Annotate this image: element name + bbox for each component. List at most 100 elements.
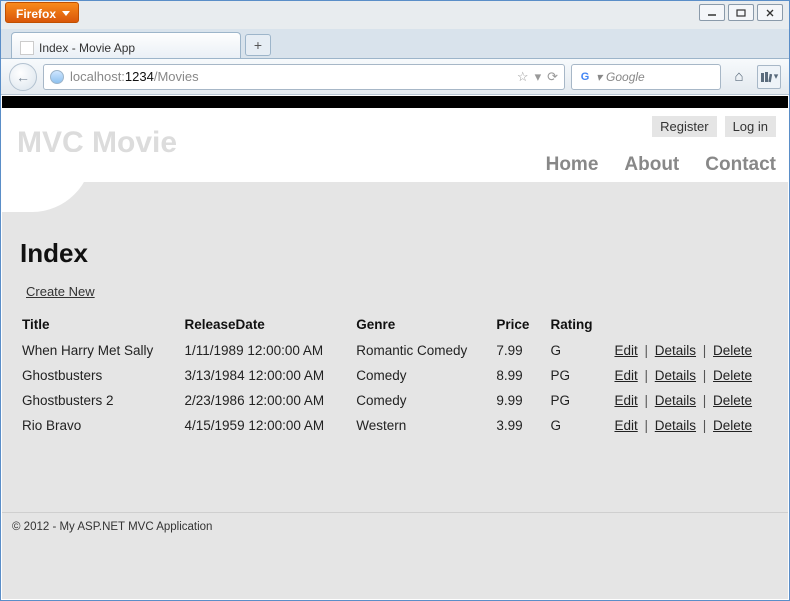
new-tab-button[interactable]: + <box>245 34 271 56</box>
cell-rating: G <box>542 338 606 363</box>
chevron-down-icon: ▾ <box>774 71 779 82</box>
search-placeholder: Google <box>606 70 645 84</box>
cell-actions: Edit | Details | Delete <box>606 338 776 363</box>
cell-title: Ghostbusters <box>14 363 177 388</box>
cell-rating: PG <box>542 363 606 388</box>
back-button[interactable]: ← <box>9 63 37 91</box>
account-links: Register Log in <box>652 116 776 137</box>
table-row: Ghostbusters3/13/1984 12:00:00 AMComedy8… <box>14 363 776 388</box>
register-link[interactable]: Register <box>652 116 716 137</box>
minimize-button[interactable] <box>699 4 725 21</box>
url-bar[interactable]: localhost:1234/Movies ☆ ▾ ⟳ <box>43 64 565 90</box>
cell-price: 7.99 <box>488 338 542 363</box>
cell-actions: Edit | Details | Delete <box>606 363 776 388</box>
cell-rating: G <box>542 413 606 438</box>
cell-title: Rio Bravo <box>14 413 177 438</box>
bookmarks-button[interactable]: ▾ <box>757 65 781 89</box>
home-button[interactable]: ⌂ <box>727 65 751 89</box>
search-bar[interactable]: G ▾ Google <box>571 64 721 90</box>
plus-icon: + <box>254 37 262 53</box>
details-link[interactable]: Details <box>655 368 696 383</box>
url-host: 1234 <box>125 69 154 84</box>
edit-link[interactable]: Edit <box>614 368 637 383</box>
cell-rating: PG <box>542 388 606 413</box>
cell-title: Ghostbusters 2 <box>14 388 177 413</box>
nav-about[interactable]: About <box>624 154 679 176</box>
edit-link[interactable]: Edit <box>614 393 637 408</box>
delete-link[interactable]: Delete <box>713 343 752 358</box>
table-row: When Harry Met Sally1/11/1989 12:00:00 A… <box>14 338 776 363</box>
separator: | <box>638 343 655 358</box>
chevron-down-icon <box>62 11 70 16</box>
url-host-dim: localhost: <box>70 69 125 84</box>
browser-window: Firefox Index - Movie App + ← localhost:… <box>0 0 790 601</box>
delete-link[interactable]: Delete <box>713 393 752 408</box>
edit-link[interactable]: Edit <box>614 343 637 358</box>
cell-genre: Western <box>348 413 488 438</box>
details-link[interactable]: Details <box>655 343 696 358</box>
cell-price: 9.99 <box>488 388 542 413</box>
dropdown-icon[interactable]: ▾ <box>535 69 542 85</box>
close-button[interactable] <box>757 4 783 21</box>
col-genre: Genre <box>348 313 488 338</box>
create-new-link[interactable]: Create New <box>26 284 95 299</box>
bookmarks-icon <box>760 71 772 83</box>
login-link[interactable]: Log in <box>725 116 776 137</box>
separator: | <box>696 343 713 358</box>
separator: | <box>696 418 713 433</box>
separator: | <box>638 368 655 383</box>
tab-title: Index - Movie App <box>39 41 135 55</box>
nav-contact[interactable]: Contact <box>705 154 776 176</box>
cell-release: 1/11/1989 12:00:00 AM <box>177 338 349 363</box>
favicon-icon <box>20 41 34 55</box>
movies-table: Title ReleaseDate Genre Price Rating Whe… <box>14 313 776 438</box>
details-link[interactable]: Details <box>655 418 696 433</box>
col-rating: Rating <box>542 313 606 338</box>
edit-link[interactable]: Edit <box>614 418 637 433</box>
cell-genre: Romantic Comedy <box>348 338 488 363</box>
star-icon[interactable]: ☆ <box>517 69 529 85</box>
main-nav: Home About Contact <box>546 154 776 176</box>
separator: | <box>696 368 713 383</box>
col-price: Price <box>488 313 542 338</box>
delete-link[interactable]: Delete <box>713 368 752 383</box>
site-header: MVC Movie Register Log in Home About Con… <box>2 108 788 182</box>
separator: | <box>638 418 655 433</box>
browser-tab[interactable]: Index - Movie App <box>11 32 241 58</box>
tab-strip: Index - Movie App + <box>1 29 789 59</box>
table-row: Ghostbusters 22/23/1986 12:00:00 AMComed… <box>14 388 776 413</box>
col-title: Title <box>14 313 177 338</box>
table-row: Rio Bravo4/15/1959 12:00:00 AMWestern3.9… <box>14 413 776 438</box>
firefox-menu-label: Firefox <box>16 7 56 21</box>
cell-title: When Harry Met Sally <box>14 338 177 363</box>
delete-link[interactable]: Delete <box>713 418 752 433</box>
cell-genre: Comedy <box>348 363 488 388</box>
window-controls <box>699 4 783 21</box>
nav-home[interactable]: Home <box>546 154 599 176</box>
page-body: Index Create New Title ReleaseDate Genre… <box>2 182 788 512</box>
col-release: ReleaseDate <box>177 313 349 338</box>
separator: | <box>638 393 655 408</box>
globe-icon <box>50 70 64 84</box>
cell-genre: Comedy <box>348 388 488 413</box>
home-icon: ⌂ <box>734 68 743 85</box>
page-heading: Index <box>20 238 776 269</box>
cell-release: 3/13/1984 12:00:00 AM <box>177 363 349 388</box>
page-viewport: MVC Movie Register Log in Home About Con… <box>2 96 788 599</box>
cell-release: 2/23/1986 12:00:00 AM <box>177 388 349 413</box>
cell-price: 8.99 <box>488 363 542 388</box>
nav-toolbar: ← localhost:1234/Movies ☆ ▾ ⟳ G ▾ Google… <box>1 59 789 95</box>
window-titlebar: Firefox <box>1 1 789 29</box>
firefox-menu-button[interactable]: Firefox <box>5 2 79 23</box>
google-icon: G <box>578 70 592 84</box>
search-caret-icon: ▾ <box>596 70 602 84</box>
cell-price: 3.99 <box>488 413 542 438</box>
maximize-button[interactable] <box>728 4 754 21</box>
back-arrow-icon: ← <box>16 69 30 85</box>
cell-release: 4/15/1959 12:00:00 AM <box>177 413 349 438</box>
site-footer: © 2012 - My ASP.NET MVC Application <box>2 512 788 541</box>
details-link[interactable]: Details <box>655 393 696 408</box>
top-black-bar <box>2 96 788 108</box>
refresh-icon[interactable]: ⟳ <box>547 69 558 85</box>
cell-actions: Edit | Details | Delete <box>606 413 776 438</box>
